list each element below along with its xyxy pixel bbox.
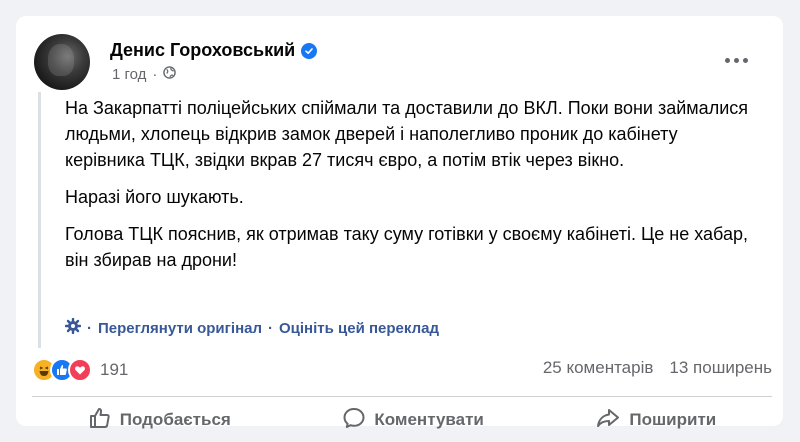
comment-button[interactable]: Коментувати — [342, 406, 484, 435]
share-arrow-icon — [595, 406, 621, 435]
author-name[interactable]: Денис Гороховський — [110, 40, 295, 61]
shares-count[interactable]: 13 поширень — [669, 358, 772, 378]
post-time[interactable]: 1 год — [112, 66, 146, 83]
post-body: На Закарпатті поліцейських спіймали та д… — [38, 92, 758, 348]
rate-translation-link[interactable]: Оцініть цей переклад — [279, 320, 439, 337]
comments-count[interactable]: 25 коментарів — [543, 358, 654, 378]
engagement-counts: 25 коментарів 13 поширень — [543, 358, 772, 378]
love-reaction-icon — [68, 358, 92, 382]
post-card: Денис Гороховський 1 год · На Закарпатті… — [16, 16, 783, 429]
actions-divider — [32, 396, 772, 397]
verified-badge-icon — [301, 42, 318, 59]
like-button[interactable]: Подобається — [88, 406, 231, 435]
like-label: Подобається — [119, 410, 231, 429]
meta-separator: · — [152, 66, 158, 83]
translate-gear-icon — [64, 317, 82, 338]
post-header: Денис Гороховський 1 год · — [34, 34, 754, 90]
more-options-icon[interactable] — [718, 48, 754, 72]
post-actions: Подобається Коментувати Поширити — [32, 398, 772, 442]
translation-separator: · — [87, 319, 92, 337]
comment-label: Коментувати — [374, 410, 484, 429]
see-original-link[interactable]: Переглянути оригінал — [98, 320, 262, 337]
post-meta: 1 год · — [112, 66, 177, 83]
author-line: Денис Гороховський — [110, 40, 318, 61]
post-paragraph-2: Наразі його шукають. — [65, 187, 244, 207]
reactions-summary[interactable]: 191 — [32, 358, 128, 382]
translation-separator: · — [268, 319, 273, 337]
comment-bubble-icon — [342, 406, 366, 435]
reactions-count: 191 — [100, 360, 129, 379]
post-stats: 191 25 коментарів 13 поширень — [32, 358, 772, 384]
globe-icon[interactable] — [163, 66, 177, 83]
share-button[interactable]: Поширити — [595, 406, 716, 435]
translation-row: · Переглянути оригінал · Оцініть цей пер… — [64, 317, 439, 338]
post-paragraph-3: Голова ТЦК пояснив, як отримав таку суму… — [65, 224, 748, 270]
author-avatar[interactable] — [34, 34, 90, 90]
post-paragraph-1: На Закарпатті поліцейських спіймали та д… — [65, 98, 748, 170]
thumbs-up-icon — [88, 406, 112, 435]
share-label: Поширити — [629, 410, 717, 429]
